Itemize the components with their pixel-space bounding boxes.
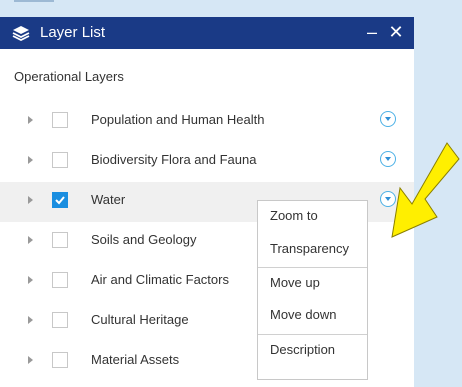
check-icon: [55, 196, 65, 205]
layer-checkbox[interactable]: [52, 352, 68, 368]
layer-checkbox[interactable]: [52, 272, 68, 288]
menu-item-transparency[interactable]: Transparency: [258, 234, 367, 264]
panel-header: Layer List – ✕: [0, 17, 414, 49]
layer-label: Cultural Heritage: [91, 312, 189, 327]
layer-checkbox[interactable]: [52, 152, 68, 168]
caret-right-icon[interactable]: [28, 116, 33, 124]
section-title: Operational Layers: [14, 69, 124, 84]
layer-checkbox[interactable]: [52, 232, 68, 248]
menu-item-description[interactable]: Description: [258, 335, 367, 365]
top-strip: [0, 0, 462, 17]
chevron-down-circle-icon[interactable]: [380, 111, 396, 127]
layer-actions-menu: Zoom to Transparency Move up Move down D…: [257, 200, 368, 380]
layer-label: Soils and Geology: [91, 232, 197, 247]
menu-item-zoom-to[interactable]: Zoom to: [258, 201, 367, 231]
layer-label: Air and Climatic Factors: [91, 272, 229, 287]
menu-item-move-up[interactable]: Move up: [258, 268, 367, 298]
top-mark: [14, 0, 54, 2]
layer-label: Population and Human Health: [91, 112, 265, 127]
layer-row-population[interactable]: Population and Human Health: [0, 102, 414, 142]
panel-title: Layer List: [40, 24, 106, 41]
layer-label: Material Assets: [91, 352, 180, 367]
yellow-arrow: [391, 142, 460, 238]
layers-icon: [12, 26, 30, 41]
minimize-button[interactable]: –: [365, 22, 379, 42]
caret-right-icon[interactable]: [28, 156, 33, 164]
layer-label: Biodiversity Flora and Fauna: [91, 152, 257, 167]
layer-label: Water: [91, 192, 126, 207]
caret-right-icon[interactable]: [28, 236, 33, 244]
caret-right-icon[interactable]: [28, 316, 33, 324]
caret-right-icon[interactable]: [28, 356, 33, 364]
close-button[interactable]: ✕: [388, 22, 404, 42]
layer-row-biodiversity[interactable]: Biodiversity Flora and Fauna: [0, 142, 414, 182]
menu-item-move-down[interactable]: Move down: [258, 300, 367, 330]
layer-checkbox-checked[interactable]: [52, 192, 68, 208]
layer-checkbox[interactable]: [52, 112, 68, 128]
caret-right-icon[interactable]: [28, 196, 33, 204]
layer-checkbox[interactable]: [52, 312, 68, 328]
caret-right-icon[interactable]: [28, 276, 33, 284]
